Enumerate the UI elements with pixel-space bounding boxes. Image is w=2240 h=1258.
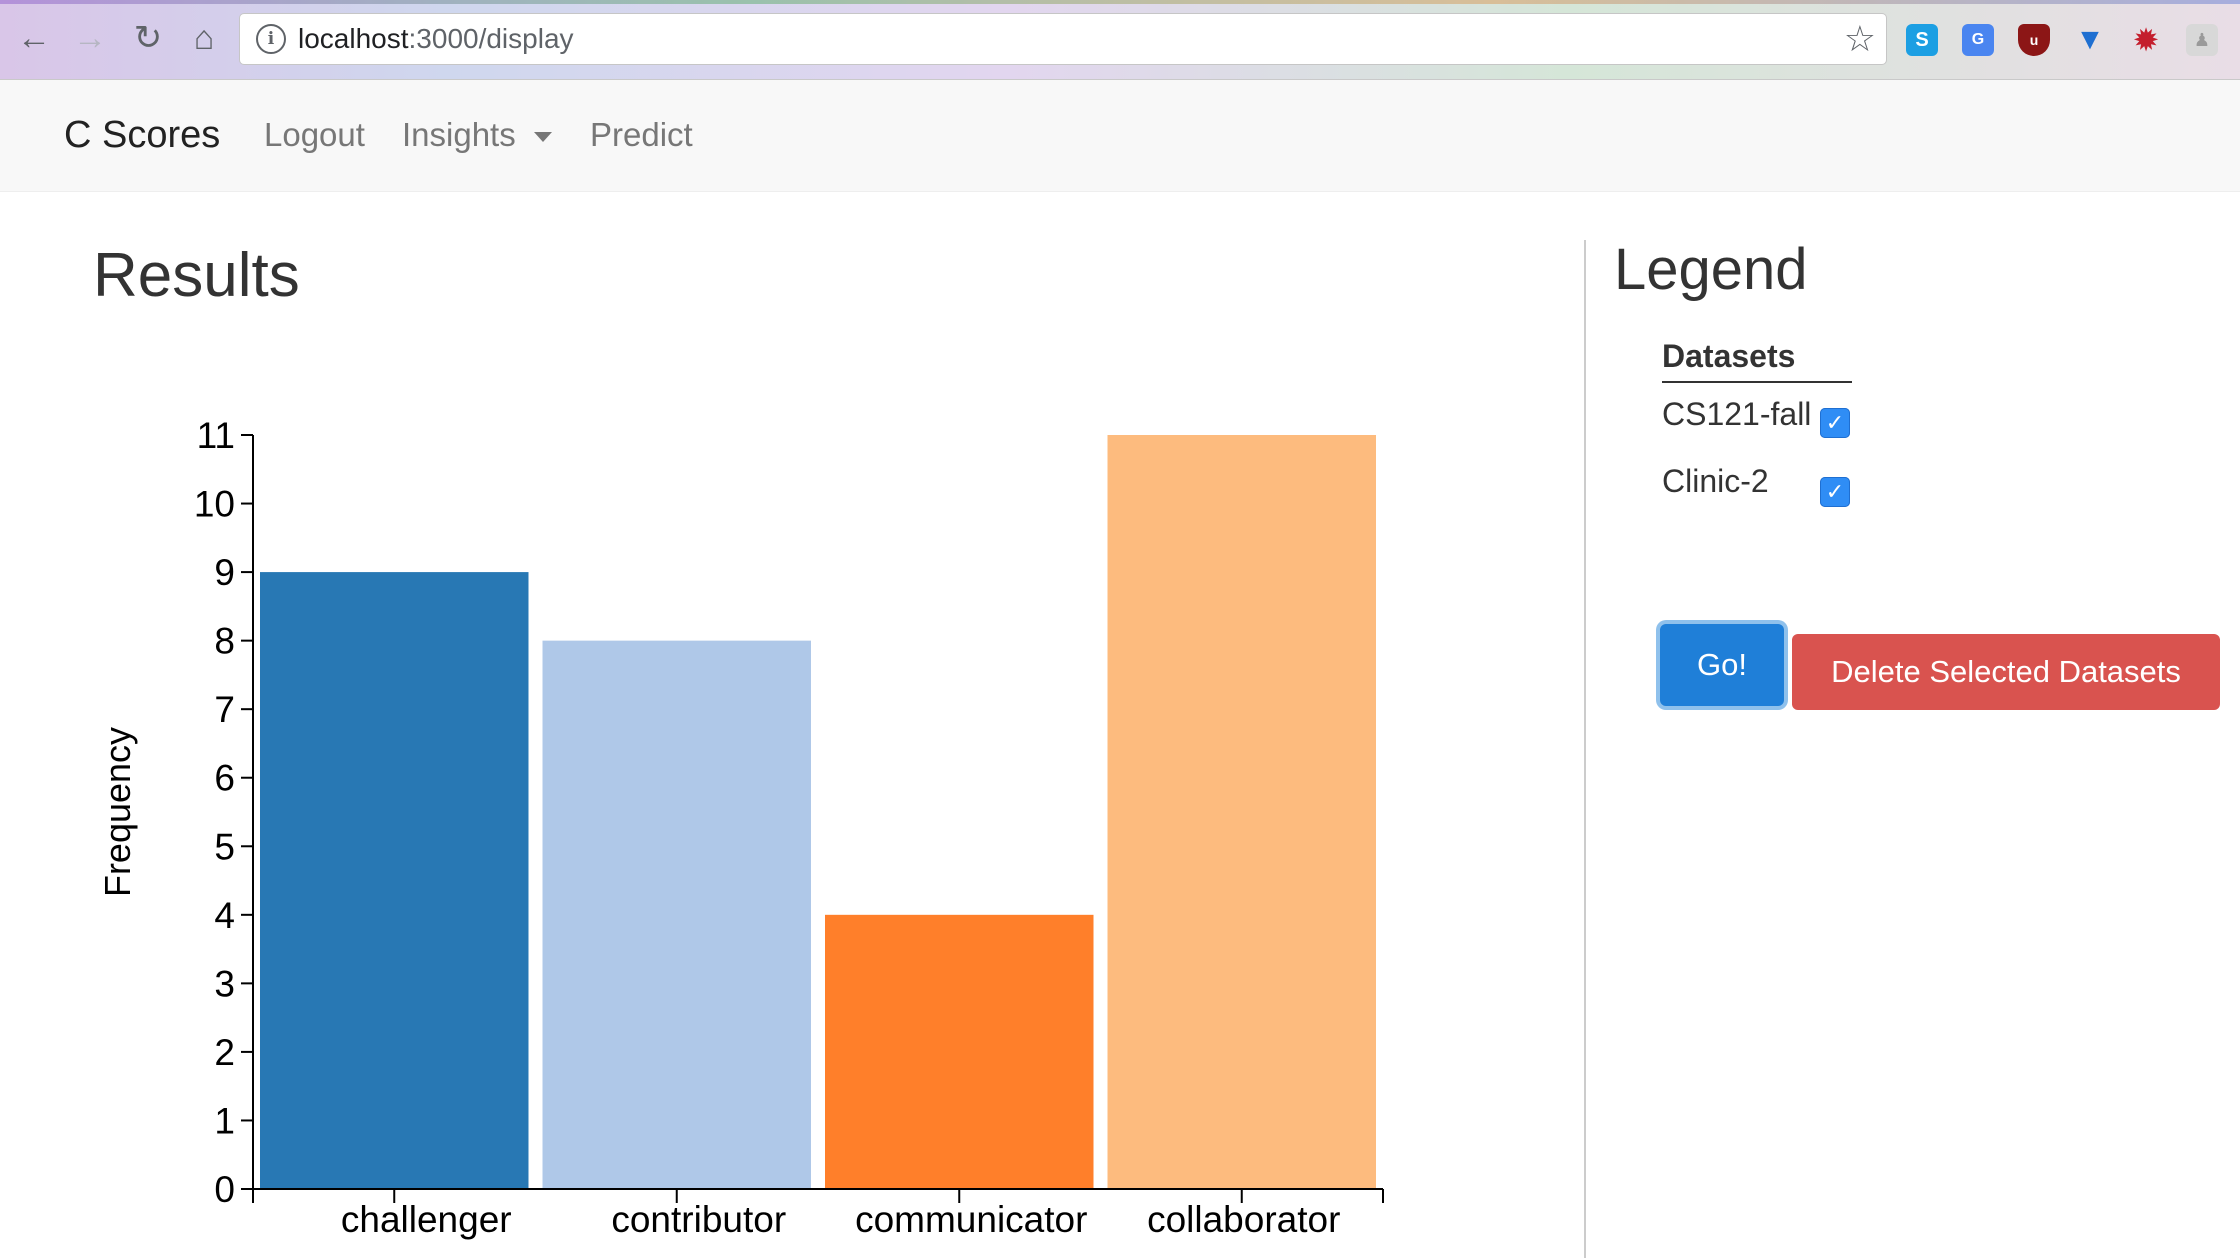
y-tick-label: 8 [214, 621, 235, 662]
datasets-header: Datasets [1662, 338, 1852, 383]
bar-contributor [542, 640, 811, 1189]
checkmark-icon: ✓ [1825, 410, 1845, 435]
y-tick-label: 0 [214, 1169, 235, 1210]
y-tick-label: 3 [214, 963, 235, 1004]
legend-title: Legend [1614, 237, 1808, 302]
address-bar[interactable]: i localhost:3000/display ☆ [240, 14, 1886, 64]
app-navbar: C Scores Logout Insights Predict [0, 80, 2240, 192]
caret-down-icon [533, 132, 552, 143]
url-text[interactable]: localhost:3000/display [298, 23, 574, 55]
y-axis-label: Frequency [97, 727, 138, 897]
shield-extension-icon[interactable]: ▼ [2074, 23, 2106, 56]
virus-extension-icon[interactable]: ✹ [2130, 22, 2162, 58]
x-tick-label: challenger [341, 1199, 512, 1240]
y-tick-label: 5 [214, 826, 235, 867]
back-icon[interactable]: ← [16, 19, 52, 57]
browser-toolbar: ← → ↻ ⌂ i localhost:3000/display ☆ S G u… [0, 0, 2240, 80]
dataset-row-clinic-2: Clinic-2 [1662, 456, 1769, 506]
translate-extension-icon[interactable]: G [1962, 24, 1994, 56]
tab-strip [0, 0, 2240, 4]
y-tick-label: 9 [214, 552, 235, 593]
bookmark-star-icon[interactable]: ☆ [1844, 18, 1876, 60]
dataset-checkbox-cs121-fall[interactable]: ✓ [1820, 408, 1850, 438]
person-extension-icon[interactable]: ♟ [2186, 24, 2218, 56]
reload-icon[interactable]: ↻ [130, 19, 166, 57]
y-tick-label: 1 [214, 1100, 235, 1141]
home-icon[interactable]: ⌂ [186, 19, 222, 57]
forward-icon[interactable]: → [72, 19, 108, 57]
bar-challenger [260, 572, 529, 1189]
nav-insights-dropdown[interactable]: Insights [402, 116, 552, 154]
skype-extension-icon[interactable]: S [1906, 24, 1938, 56]
x-tick-label: contributor [611, 1199, 786, 1240]
dataset-label: Clinic-2 [1662, 462, 1769, 499]
ublock-extension-icon[interactable]: u [2018, 24, 2050, 56]
dataset-row-cs121-fall: CS121-fall [1662, 389, 1811, 439]
y-tick-label: 7 [214, 689, 235, 730]
info-icon[interactable]: i [256, 24, 286, 54]
y-tick-label: 11 [197, 415, 235, 456]
x-tick-label: collaborator [1147, 1199, 1340, 1240]
y-tick-label: 10 [194, 484, 235, 525]
page-title: Results [93, 241, 300, 310]
go-button[interactable]: Go! [1660, 624, 1784, 706]
dataset-checkbox-clinic-2[interactable]: ✓ [1820, 477, 1850, 507]
dataset-label: CS121-fall [1662, 395, 1812, 432]
x-tick-label: communicator [855, 1199, 1087, 1240]
nav-logout[interactable]: Logout [264, 116, 365, 154]
nav-predict[interactable]: Predict [590, 116, 693, 154]
vertical-divider [1584, 240, 1586, 1258]
bar-chart: 0 1 2 3 4 5 6 7 8 9 10 11 challenger contributor commu… [97, 415, 1384, 1240]
checkmark-icon: ✓ [1825, 479, 1845, 504]
url-path: :3000/display [408, 23, 574, 54]
delete-datasets-button[interactable]: Delete Selected Datasets [1792, 634, 2220, 710]
y-tick-label: 2 [214, 1032, 235, 1073]
url-host: localhost [298, 23, 409, 54]
bar-communicator [825, 914, 1094, 1189]
y-tick-label: 4 [214, 895, 235, 936]
bar-collaborator [1107, 435, 1376, 1189]
nav-insights-label: Insights [402, 116, 516, 153]
brand-link[interactable]: C Scores [64, 114, 220, 157]
y-tick-label: 6 [214, 758, 235, 799]
